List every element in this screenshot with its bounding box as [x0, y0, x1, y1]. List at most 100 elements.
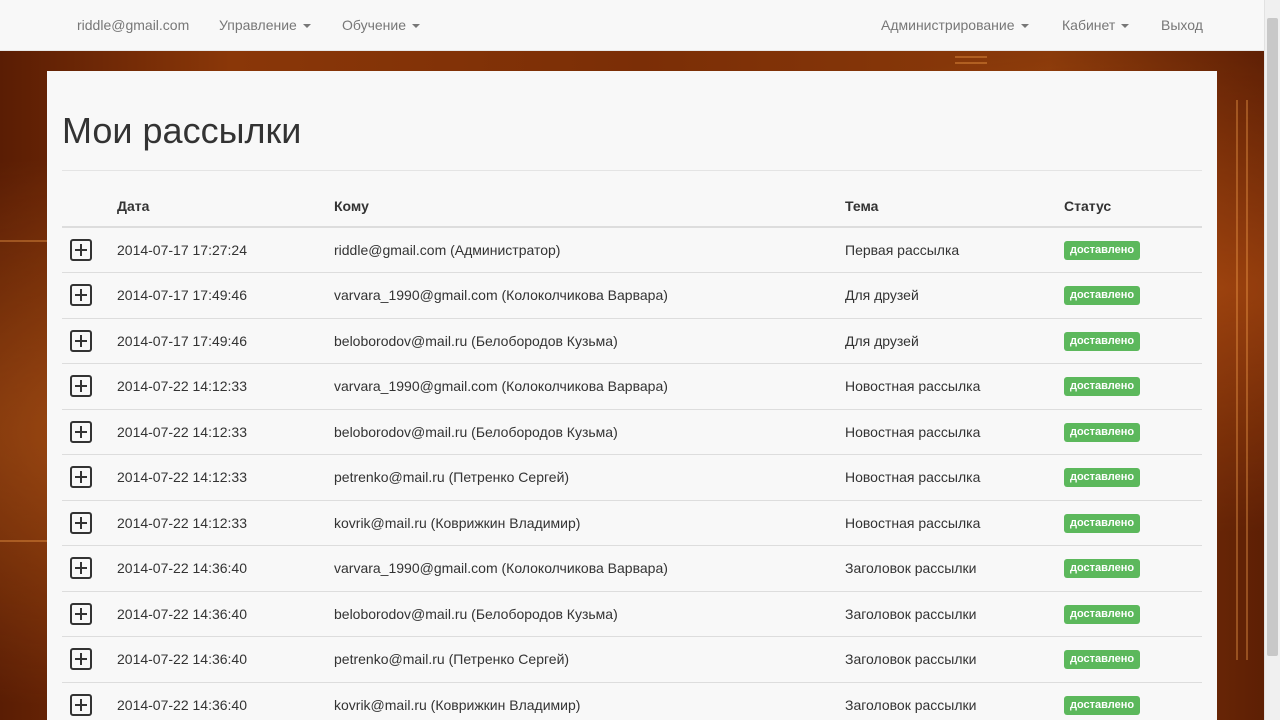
row-subject: Заголовок рассылки: [837, 545, 1056, 592]
row-subject: Новостная рассылка: [837, 454, 1056, 501]
status-badge: доставлено: [1064, 241, 1141, 260]
nav-learning-dropdown[interactable]: Обучение: [342, 0, 421, 51]
row-subject: Новостная рассылка: [837, 363, 1056, 410]
expand-plus-icon[interactable]: [70, 602, 92, 625]
nav-admin-dropdown[interactable]: Администрирование: [881, 0, 1029, 51]
row-subject: Заголовок рассылки: [837, 682, 1056, 720]
expand-plus-icon[interactable]: [70, 466, 92, 489]
nav-admin-label: Администрирование: [881, 17, 1015, 33]
expand-cell: [62, 454, 109, 501]
status-badge: доставлено: [1064, 695, 1141, 715]
expand-plus-icon[interactable]: [70, 420, 92, 443]
row-date: 2014-07-22 14:12:33: [109, 363, 326, 410]
caret-down-icon: [1020, 24, 1029, 29]
row-recipient: riddle@gmail.com (Администратор): [326, 227, 837, 273]
row-recipient: kovrik@mail.ru (Коврижкин Владимир): [326, 500, 837, 546]
status-cell: доставлено: [1056, 409, 1202, 455]
row-recipient: varvara_1990@gmail.com (Колоколчикова Ва…: [326, 272, 837, 319]
status-badge: доставлено: [1064, 604, 1141, 624]
status-cell: доставлено: [1056, 500, 1202, 546]
row-date: 2014-07-22 14:12:33: [109, 454, 326, 501]
row-recipient: varvara_1990@gmail.com (Колоколчикова Ва…: [326, 545, 837, 592]
caret-down-icon: [412, 24, 421, 29]
table-row: 2014-07-22 14:36:40 kovrik@mail.ru (Коври…: [62, 682, 1202, 720]
row-recipient: kovrik@mail.ru (Коврижкин Владимир): [326, 682, 837, 720]
row-subject: Заголовок рассылки: [837, 591, 1056, 637]
background-decor: [0, 540, 47, 542]
table-row: 2014-07-22 14:36:40 varvara_1990@gmail.co…: [62, 545, 1202, 592]
table-row: 2014-07-22 14:12:33 beloborodov@mail.ru (…: [62, 409, 1202, 455]
row-subject: Для друзей: [837, 272, 1056, 319]
top-navbar: riddle@gmail.com Управление Обучение Адм…: [0, 0, 1264, 51]
row-date: 2014-07-17 17:49:46: [109, 318, 326, 364]
expand-cell: [62, 636, 109, 683]
expand-plus-icon[interactable]: [70, 693, 92, 716]
status-cell: доставлено: [1056, 318, 1202, 364]
caret-down-icon: [1121, 24, 1130, 29]
vertical-scrollbar[interactable]: [1264, 0, 1280, 720]
expand-cell: [62, 318, 109, 364]
nav-cabinet-label: Кабинет: [1062, 17, 1116, 33]
table-header-row: Дата Кому Тема Статус: [62, 186, 1202, 228]
expand-cell: [62, 227, 109, 273]
row-recipient: beloborodov@mail.ru (Белобородов Кузьма): [326, 409, 837, 455]
status-cell: доставлено: [1056, 591, 1202, 637]
expand-cell: [62, 272, 109, 319]
caret-down-icon: [302, 24, 311, 29]
row-recipient: beloborodov@mail.ru (Белобородов Кузьма): [326, 591, 837, 637]
row-recipient: petrenko@mail.ru (Петренко Сергей): [326, 454, 837, 501]
background-decor: [955, 56, 987, 58]
status-cell: доставлено: [1056, 682, 1202, 720]
header-date: Дата: [109, 186, 326, 228]
header-status: Статус: [1056, 186, 1202, 228]
status-badge: доставлено: [1064, 286, 1141, 306]
expand-cell: [62, 363, 109, 410]
background-decor: [1246, 100, 1248, 660]
status-badge: доставлено: [1064, 650, 1141, 670]
row-subject: Новостная рассылка: [837, 409, 1056, 455]
mailings-table: Дата Кому Тема Статус 2014-07-17 17:27:2…: [62, 186, 1202, 720]
title-divider: [62, 170, 1202, 171]
status-badge: доставлено: [1064, 559, 1141, 579]
expand-plus-icon[interactable]: [70, 375, 92, 398]
row-date: 2014-07-22 14:36:40: [109, 636, 326, 683]
row-date: 2014-07-17 17:49:46: [109, 272, 326, 319]
expand-plus-icon[interactable]: [70, 329, 92, 352]
nav-logout-link[interactable]: Выход: [1161, 0, 1203, 51]
main-container: Мои рассылки Дата Кому Тема Статус 2014-…: [47, 71, 1217, 720]
header-expand: [62, 186, 109, 228]
expand-plus-icon[interactable]: [70, 648, 92, 671]
table-row: 2014-07-22 14:12:33 petrenko@mail.ru (Пет…: [62, 454, 1202, 501]
expand-plus-icon[interactable]: [70, 557, 92, 580]
expand-cell: [62, 500, 109, 546]
expand-cell: [62, 409, 109, 455]
row-subject: Первая рассылка: [837, 227, 1056, 273]
expand-cell: [62, 682, 109, 720]
background-decor: [0, 240, 47, 242]
table-row: 2014-07-17 17:27:24 riddle@gmail.com (Адм…: [62, 227, 1202, 273]
table-body: 2014-07-17 17:27:24 riddle@gmail.com (Адм…: [62, 227, 1202, 720]
header-to: Кому: [326, 186, 837, 228]
nav-cabinet-dropdown[interactable]: Кабинет: [1062, 0, 1130, 51]
status-badge: доставлено: [1064, 468, 1141, 488]
status-badge: доставлено: [1064, 377, 1141, 397]
background-decor: [955, 62, 987, 64]
row-subject: Для друзей: [837, 318, 1056, 364]
nav-management-dropdown[interactable]: Управление: [219, 0, 311, 51]
status-cell: доставлено: [1056, 363, 1202, 410]
scrollbar-thumb[interactable]: [1267, 18, 1278, 656]
expand-plus-icon[interactable]: [70, 239, 92, 261]
nav-user-email[interactable]: riddle@gmail.com: [77, 0, 189, 51]
row-recipient: beloborodov@mail.ru (Белобородов Кузьма): [326, 318, 837, 364]
status-badge: доставлено: [1064, 513, 1141, 533]
expand-plus-icon[interactable]: [70, 511, 92, 534]
status-badge: доставлено: [1064, 331, 1141, 351]
table-row: 2014-07-17 17:49:46 varvara_1990@gmail.co…: [62, 272, 1202, 319]
row-date: 2014-07-22 14:36:40: [109, 682, 326, 720]
nav-learning-label: Обучение: [342, 17, 407, 33]
table-row: 2014-07-22 14:36:40 petrenko@mail.ru (Пет…: [62, 636, 1202, 683]
status-badge: доставлено: [1064, 422, 1141, 442]
table-row: 2014-07-22 14:12:33 varvara_1990@gmail.co…: [62, 363, 1202, 410]
table-row: 2014-07-22 14:12:33 kovrik@mail.ru (Коври…: [62, 500, 1202, 546]
expand-plus-icon[interactable]: [70, 284, 92, 307]
